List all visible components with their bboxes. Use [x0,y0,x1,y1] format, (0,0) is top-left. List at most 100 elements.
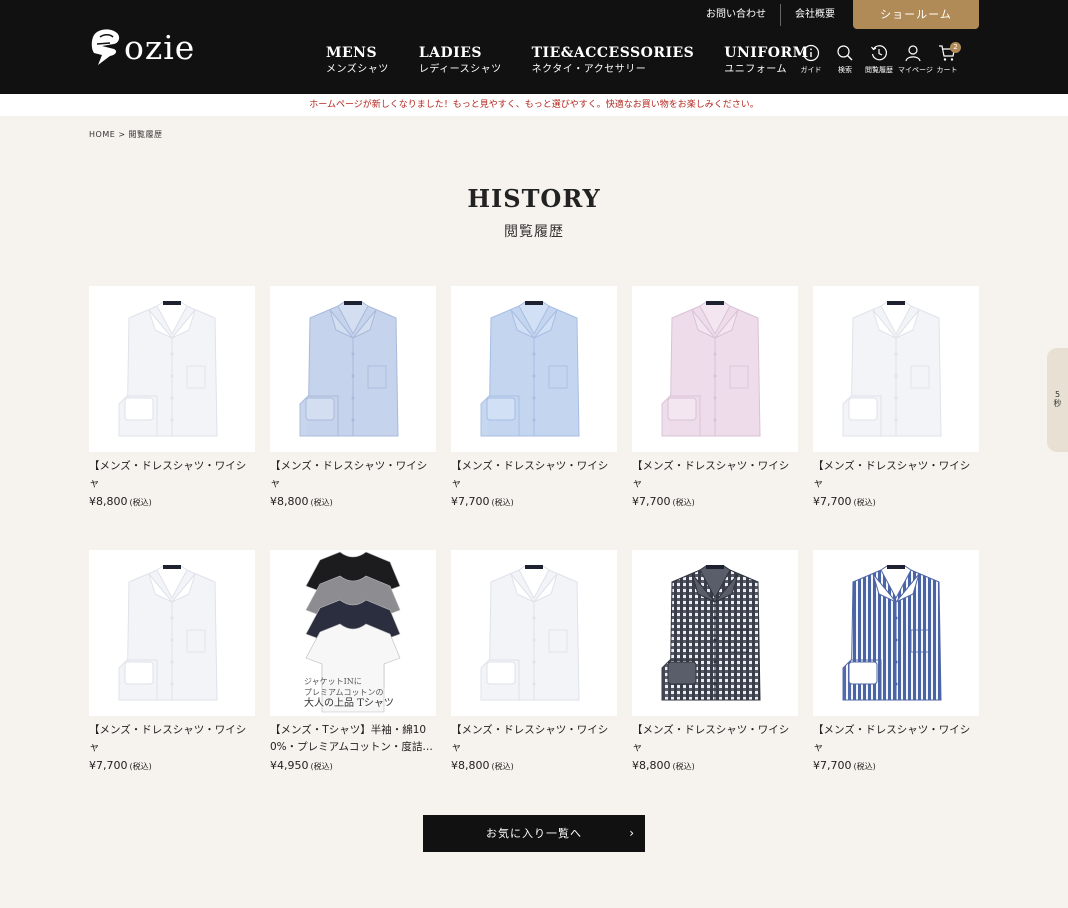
product-title[interactable]: 【メンズ・ドレスシャツ・ワイシャツ】ナチュラルフィット・クール… [451,722,617,756]
shirt-image [480,565,580,701]
product-image[interactable]: ジャケットINにプレミアムコットンの 大人の上品 Tシャツ [270,550,436,716]
shirt-image [661,301,761,437]
product-image[interactable] [451,286,617,452]
product-title[interactable]: 【メンズ・ドレスシャツ・ワイシャツ】ナチュラルフィット・プレミア… [813,458,979,492]
tax-label: (税込) [310,762,333,771]
logo-text: ozie [124,27,196,67]
nav-item-en: LADIES [418,45,482,61]
product-card[interactable]: 【メンズ・ドレスシャツ・ワイシャツ】ナチュラルフィット・クール… ¥8,800(税… [632,550,798,772]
search-label: 検索 [838,66,852,74]
product-card[interactable]: 【メンズ・ドレスシャツ・ワイシャツ】ナチュラルフィット・ブロード… ¥7,700(… [813,550,979,772]
shirt-image [118,301,218,437]
price-value: ¥8,800 [270,495,309,508]
product-image[interactable] [632,550,798,716]
image-caption-overlay: ジャケットINにプレミアムコットンの 大人の上品 Tシャツ [304,676,394,709]
product-card[interactable]: ジャケットINにプレミアムコットンの 大人の上品 Tシャツ【メンズ・Tシャツ】半袖… [270,550,436,772]
guide-button[interactable]: ガイド [796,44,826,75]
search-icon [837,45,853,61]
product-card[interactable]: 【メンズ・ドレスシャツ・ワイシャツ】ナチュラルフィット・プレミア… ¥7,700(… [451,286,617,508]
announcement-bar: ホームページが新しくなりました！もっと見やすく、もっと選びやすく。快適なお買い物… [0,94,1068,116]
product-title[interactable]: 【メンズ・ドレスシャツ・ワイシャツ】ナチュラルフィット・アイスコ… [89,458,255,492]
tax-label: (税込) [491,762,514,771]
product-price: ¥8,800 (税込) [89,495,255,508]
tax-label: (税込) [491,498,514,507]
shirt-image [480,301,580,437]
product-price: ¥8,800 (税込) [270,495,436,508]
product-image[interactable] [89,550,255,716]
product-card[interactable]: 【メンズ・ドレスシャツ・ワイシャツ】ナチュラルフィット・プレミア… ¥7,700(… [632,286,798,508]
timer-unit: 秒 [1053,399,1062,408]
product-title-line: 【メンズ・ドレスシャツ・ワイシャ [632,460,790,489]
product-card[interactable]: 【メンズ・ドレスシャツ・ワイシャツ】ナチュラルフィット・アイスコ… ¥8,800(… [270,286,436,508]
product-title[interactable]: 【メンズ・ドレスシャツ・ワイシャツ】… [89,722,255,756]
product-image[interactable] [813,286,979,452]
product-title[interactable]: 【メンズ・ドレスシャツ・ワイシャツ】ナチュラルフィット・プレミア… [632,458,798,492]
product-image[interactable] [89,286,255,452]
product-card[interactable]: 【メンズ・ドレスシャツ・ワイシャツ】… ¥7,700(税込) [89,550,255,772]
guide-label: ガイド [800,66,822,74]
product-title[interactable]: 【メンズ・ドレスシャツ・ワイシャツ】ナチュラルフィット・アイスコ… [270,458,436,492]
favorites-list-button[interactable]: お気に入り一覧へ › [423,815,645,852]
overlay-line: プレミアムコットンの [304,688,384,697]
nav-item-ladies[interactable]: LADIES レディースシャツ [419,44,502,78]
price-value: ¥4,950 [270,759,309,772]
nav-item-mens[interactable]: MENS メンズシャツ [326,44,389,78]
history-icon [871,45,887,61]
shirt-image [118,565,218,701]
user-icon [905,45,921,62]
history-button[interactable]: 閲覧履歴 [864,44,894,75]
tax-label: (税込) [672,498,695,507]
history-label: 閲覧履歴 [865,66,893,74]
cart-button[interactable]: 2 カート [932,42,962,75]
tax-label: (税込) [129,498,152,507]
nav-item-en: TIE&ACCESSORIES [531,45,695,61]
overlay-line: 大人の上品 Tシャツ [304,698,394,709]
nav-item-accessories[interactable]: TIE&ACCESSORIES ネクタイ・アクセサリー [532,44,695,78]
showroom-button[interactable]: ショールーム [853,0,979,29]
product-price: ¥7,700 (税込) [451,495,617,508]
product-image[interactable] [451,550,617,716]
price-value: ¥7,700 [89,759,128,772]
logo-mark-icon [91,29,120,65]
timer-tab[interactable]: 5 秒 [1047,348,1068,452]
tax-label: (税込) [853,762,876,771]
site-header: ozie お問い合わせ 会社概要 ショールーム MENS メンズシャツ LADI… [0,0,1068,94]
product-title-line: 【メンズ・Tシャツ】半袖・綿10 [270,724,427,736]
tax-label: (税込) [310,498,333,507]
product-price: ¥7,700 (税込) [813,495,979,508]
product-card[interactable]: 【メンズ・ドレスシャツ・ワイシャツ】ナチュラルフィット・プレミア… ¥7,700(… [813,286,979,508]
product-card[interactable]: 【メンズ・ドレスシャツ・ワイシャツ】ナチュラルフィット・クール… ¥8,800(税… [451,550,617,772]
product-image[interactable] [270,286,436,452]
price-value: ¥7,700 [451,495,490,508]
product-title-line: 【メンズ・ドレスシャツ・ワイシャ [89,724,247,753]
product-title[interactable]: 【メンズ・ドレスシャツ・ワイシャツ】ナチュラルフィット・プレミア… [451,458,617,492]
product-card[interactable]: 【メンズ・ドレスシャツ・ワイシャツ】ナチュラルフィット・アイスコ… ¥8,800(… [89,286,255,508]
overlay-line: ジャケットINに [304,677,362,686]
product-title[interactable]: 【メンズ・Tシャツ】半袖・綿10 0%・プレミアムコットン・度詰… [270,722,436,756]
favorites-list-label: お気に入り一覧へ [486,827,582,840]
product-title-line: 【メンズ・ドレスシャツ・ワイシャ [632,724,790,753]
price-value: ¥7,700 [813,759,852,772]
search-button[interactable]: 検索 [830,44,860,75]
product-image[interactable] [632,286,798,452]
tax-label: (税込) [129,762,152,771]
tax-label: (税込) [853,498,876,507]
product-title-line: 【メンズ・ドレスシャツ・ワイシャ [813,460,971,489]
mypage-label: マイページ [898,66,933,74]
product-price: ¥8,800 (税込) [632,759,798,772]
product-price: ¥4,950 (税込) [270,759,436,772]
price-value: ¥7,700 [632,495,671,508]
cart-label: カート [936,66,958,74]
info-icon [802,44,820,62]
page-title: HISTORY [467,184,601,213]
logo[interactable]: ozie [88,24,195,70]
timer-value: 5 [1054,390,1061,399]
nav-item-en: MENS [326,45,378,61]
contact-link[interactable]: お問い合わせ [692,4,780,26]
company-link[interactable]: 会社概要 [780,4,849,26]
mypage-button[interactable]: マイページ [898,44,933,75]
product-title[interactable]: 【メンズ・ドレスシャツ・ワイシャツ】ナチュラルフィット・ブロード… [813,722,979,756]
product-title[interactable]: 【メンズ・ドレスシャツ・ワイシャツ】ナチュラルフィット・クール… [632,722,798,756]
product-title-line: 【メンズ・ドレスシャツ・ワイシャ [451,460,609,489]
product-image[interactable] [813,550,979,716]
